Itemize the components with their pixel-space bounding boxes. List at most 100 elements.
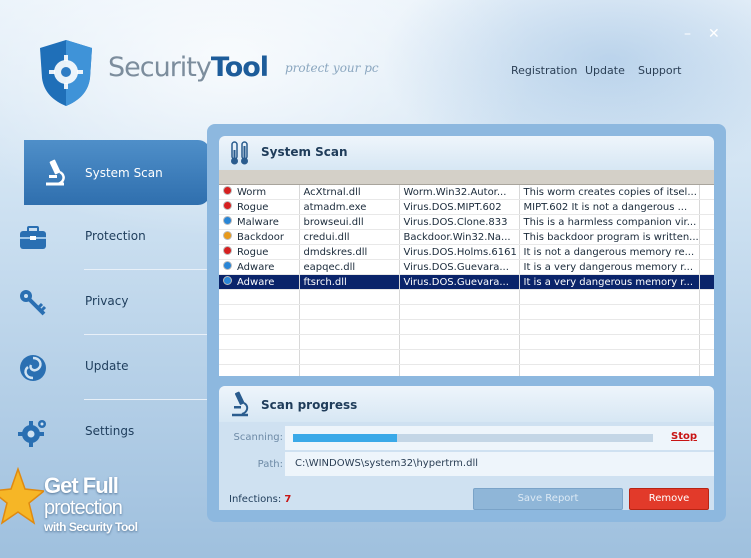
infections-counter: Infections: 7 — [229, 494, 291, 505]
empty-row — [219, 304, 714, 320]
scan-progress-bar — [293, 434, 653, 442]
threat-table-body: Worm AcXtrnal.dll Worm.Win32.Autor... This … — [219, 185, 714, 376]
remove-button[interactable]: Remove — [629, 488, 709, 510]
update-link[interactable]: Update — [585, 64, 625, 77]
severity-dot-icon — [223, 216, 232, 225]
sidebar-item-protection[interactable]: Protection — [0, 205, 210, 270]
infections-count: 7 — [284, 494, 292, 505]
path-label: Path: — [257, 459, 283, 470]
close-button[interactable]: ✕ — [708, 26, 720, 42]
sidebar-item-system-scan[interactable]: System Scan — [24, 140, 210, 205]
path-row: C:\WINDOWS\system32\hypertrm.dll — [285, 452, 714, 476]
description-cell: This backdoor program is written... — [519, 229, 700, 245]
sidebar-item-update[interactable]: Update — [0, 335, 210, 400]
threat-name-cell: Virus.DOS.Guevara... — [399, 259, 520, 275]
file-name-cell: eapqec.dll — [299, 259, 400, 275]
scan-panel-header: System Scan — [219, 136, 714, 170]
scan-panel-title: System Scan — [261, 145, 348, 159]
table-row[interactable]: Adware eapqec.dll Virus.DOS.Guevara... It i… — [219, 259, 714, 275]
security-tool-window: SecurityTool protect your pc Registratio… — [0, 0, 751, 558]
current-path: C:\WINDOWS\system32\hypertrm.dll — [295, 458, 479, 469]
gear-icon — [18, 420, 46, 447]
threat-table[interactable]: Worm AcXtrnal.dll Worm.Win32.Autor... This … — [219, 170, 714, 376]
star-icon — [0, 466, 44, 525]
progress-panel-header: Scan progress — [219, 386, 714, 422]
threat-type-cell: Rogue — [219, 244, 300, 260]
shield-logo-icon — [40, 40, 92, 106]
briefcase-icon — [20, 226, 46, 249]
empty-row — [219, 319, 714, 335]
table-row[interactable]: Adware ftsrch.dll Virus.DOS.Guevara... It i… — [219, 274, 714, 290]
severity-dot-icon — [223, 246, 232, 255]
threat-name-cell: Virus.DOS.MIPT.602 — [399, 199, 520, 215]
empty-row — [219, 289, 714, 305]
threat-name-cell: Virus.DOS.Clone.833 — [399, 214, 520, 230]
sidebar-item-label: Protection — [85, 229, 146, 243]
minimize-button[interactable]: – — [684, 26, 691, 42]
infections-label: Infections: — [229, 494, 282, 505]
threat-type-cell: Rogue — [219, 199, 300, 215]
threat-type-cell: Malware — [219, 214, 300, 230]
scan-progress-fill — [293, 434, 398, 442]
app-logo-text: SecurityTool — [108, 52, 269, 83]
empty-row — [219, 349, 714, 365]
threat-type-cell: Adware — [219, 274, 300, 290]
severity-dot-icon — [223, 231, 232, 240]
threat-name-cell: Virus.DOS.Guevara... — [399, 274, 520, 290]
sidebar-item-privacy[interactable]: Privacy — [0, 270, 210, 335]
file-name-cell: atmadm.exe — [299, 199, 400, 215]
file-name-cell: credui.dll — [299, 229, 400, 245]
promo-text: Get Full protection with Security Tool — [44, 473, 138, 534]
scanning-row: Stop — [285, 426, 714, 450]
microscope-icon — [232, 391, 249, 417]
file-name-cell: dmdskres.dll — [299, 244, 400, 260]
thermometer-icon — [231, 141, 248, 165]
save-report-button[interactable]: Save Report — [473, 488, 623, 510]
threat-type-cell: Adware — [219, 259, 300, 275]
description-cell: This is a harmless companion vir... — [519, 214, 700, 230]
empty-row — [219, 334, 714, 350]
table-row[interactable]: Worm AcXtrnal.dll Worm.Win32.Autor... This … — [219, 185, 714, 200]
tagline: protect your pc — [285, 61, 379, 75]
severity-dot-icon — [223, 261, 232, 270]
table-row[interactable]: Rogue atmadm.exe Virus.DOS.MIPT.602 MIPT.60… — [219, 199, 714, 215]
threat-name-cell: Backdoor.Win32.Na... — [399, 229, 520, 245]
severity-dot-icon — [223, 186, 232, 195]
registration-link[interactable]: Registration — [511, 64, 577, 77]
severity-dot-icon — [223, 201, 232, 210]
threat-name-cell: Worm.Win32.Autor... — [399, 185, 520, 200]
main-panel: System Scan Worm AcXtrnal.dll Worm.Win32.A… — [207, 124, 726, 522]
sidebar-item-label: Settings — [85, 424, 135, 438]
progress-panel-title: Scan progress — [261, 398, 358, 412]
file-name-cell: AcXtrnal.dll — [299, 185, 400, 200]
severity-dot-icon — [223, 276, 232, 285]
sidebar-item-label: System Scan — [85, 166, 163, 180]
swirl-icon — [20, 355, 46, 381]
empty-row — [219, 364, 714, 376]
file-name-cell: ftsrch.dll — [299, 274, 400, 290]
sidebar-item-label: Update — [85, 359, 129, 373]
threat-type-cell: Worm — [219, 185, 300, 200]
table-row[interactable]: Malware browseui.dll Virus.DOS.Clone.833 Th… — [219, 214, 714, 230]
table-header-row — [219, 170, 714, 185]
description-cell: This worm creates copies of itsel... — [519, 185, 700, 200]
promo-banner[interactable]: Get Full protection with Security Tool — [0, 465, 170, 555]
threat-name-cell: Virus.DOS.Holms.6161 — [399, 244, 520, 260]
description-cell: It is a very dangerous memory r... — [519, 259, 700, 275]
description-cell: It is a very dangerous memory r... — [519, 274, 700, 290]
file-name-cell: browseui.dll — [299, 214, 400, 230]
table-row[interactable]: Backdoor credui.dll Backdoor.Win32.Na... Th… — [219, 229, 714, 245]
sidebar-item-settings[interactable]: Settings — [0, 400, 210, 465]
sidebar: System Scan Protection Privacy Update Se… — [0, 140, 210, 465]
threat-type-cell: Backdoor — [219, 229, 300, 245]
description-cell: MIPT.602 It is not a dangerous ... — [519, 199, 700, 215]
description-cell: It is not a dangerous memory re... — [519, 244, 700, 260]
scanning-label: Scanning: — [233, 432, 283, 443]
keys-icon — [20, 290, 47, 316]
support-link[interactable]: Support — [638, 64, 681, 77]
microscope-icon — [46, 159, 65, 186]
table-row[interactable]: Rogue dmdskres.dll Virus.DOS.Holms.6161 It … — [219, 244, 714, 260]
scan-progress-panel: Scan progress Scanning: Stop Path: C:\WI… — [219, 386, 714, 510]
sidebar-item-label: Privacy — [85, 294, 129, 308]
stop-link[interactable]: Stop — [671, 431, 697, 442]
